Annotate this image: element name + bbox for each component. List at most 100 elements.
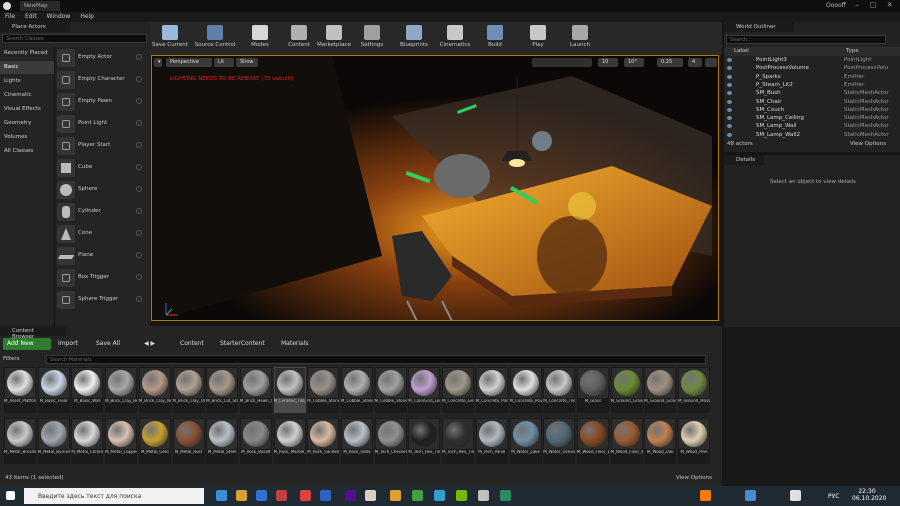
material-tile[interactable]: M_ColorGrid_LowSpec [408,367,441,413]
outliner-row[interactable]: SM_Chair StaticMeshActor [724,99,894,107]
material-tile[interactable]: M_Tech_Hex_Tile_Pulse [442,418,475,464]
col-type[interactable]: Type [846,48,859,54]
material-tile[interactable]: M_Brick_Hewn_Stone [239,367,272,413]
material-tile[interactable]: M_Metal_Rust [172,418,205,464]
material-tile[interactable]: M_Rock_Slate [341,418,373,464]
import-button[interactable]: Import [58,340,78,347]
col-label[interactable]: Label [734,48,749,54]
actor-empty-actor[interactable]: Empty Actor [55,47,147,68]
category-lights[interactable]: Lights [0,75,54,88]
app-icon-3[interactable] [500,490,511,501]
filters-button[interactable]: Filters [3,356,20,362]
actor-empty-pawn[interactable]: Empty Pawn [55,91,147,112]
settings-button[interactable]: Settings [355,22,389,55]
material-tile[interactable]: M_Metal_Brushed_Nickel [4,418,36,464]
category-cinematic[interactable]: Cinematic [0,89,54,102]
content-browser-tab[interactable]: Content Browser [0,326,66,340]
material-tile[interactable]: M_Metal_Steel [206,418,239,464]
material-tile[interactable]: M_Tech_Panel [475,418,508,464]
outliner-row[interactable]: P_Steam_Lit2 Emitter [724,82,894,90]
category-volumes[interactable]: Volumes [0,131,54,144]
content-button[interactable]: Content [285,22,313,55]
scale-snap[interactable]: 0.25 [657,58,683,67]
outliner-row[interactable]: SM_Lamp_Ceiling StaticMeshActor [724,115,894,123]
help-icon[interactable] [136,142,142,148]
visibility-eye-icon[interactable] [727,124,732,129]
menu-file[interactable]: File [5,12,15,22]
actor-sphere[interactable]: Sphere [55,179,147,200]
material-tile[interactable]: M_Tech_Hex_Tile [408,418,441,464]
outliner-row[interactable]: SM_Couch StaticMeshActor [724,107,894,115]
help-icon[interactable] [136,54,142,60]
unreal-taskbar-icon[interactable] [790,490,801,501]
material-tile[interactable]: M_Ground_Moss [678,367,710,413]
yandex-icon[interactable] [300,490,311,501]
outliner-row[interactable]: PostProcessVolume PostProcessVolu [724,65,894,73]
explorer-icon[interactable] [236,490,247,501]
search-materials-input[interactable]: Search Materials [46,355,706,364]
history-arrows-icon[interactable]: ◀ ▶ [144,340,155,347]
material-tile[interactable]: M_Rock_Basalt [239,418,272,464]
help-icon[interactable] [136,186,142,192]
help-icon[interactable] [136,120,142,126]
material-tile[interactable]: M_Brick_Cut_Stone [206,367,239,413]
help-icon[interactable] [136,164,142,170]
material-tile[interactable]: M_Ceramic_Tile_Checker [273,367,306,413]
edge-icon[interactable] [216,490,227,501]
build-button[interactable]: Build [480,22,510,55]
tray-display-icon[interactable] [745,490,756,501]
chrome-icon[interactable] [412,490,423,501]
place-actors-tab[interactable]: Place Actors [0,22,70,32]
minimize-icon[interactable]: – [855,1,859,11]
material-tile[interactable]: M_Ground_Grass [610,367,643,413]
level-tab[interactable]: NewMap [20,1,60,11]
visibility-eye-icon[interactable] [727,116,732,121]
actor-cone[interactable]: Cone [55,223,147,244]
material-tile[interactable]: M_Concrete_Poured [509,367,542,413]
outliner-row[interactable]: PointLight3 PointLight [724,57,894,65]
material-tile[interactable]: M_Asset_Platform [4,367,36,413]
angle-snap[interactable]: 10° [624,58,644,67]
cb-view-options[interactable]: View Options [676,475,712,481]
save-current-button[interactable]: Save Current [150,22,190,55]
actor-empty-character[interactable]: Empty Character [55,69,147,90]
outliner-row[interactable]: P_Sparks Emitter [724,74,894,82]
search-classes-input[interactable]: Search Classes [2,34,147,43]
windows-start-icon[interactable] [6,491,15,500]
blueprints-button[interactable]: Blueprints [395,22,433,55]
save-all-button[interactable]: Save All [96,340,120,347]
category-geometry[interactable]: Geometry [0,117,54,130]
actor-sphere-trigger[interactable]: Sphere Trigger [55,289,147,310]
nvidia-icon[interactable] [456,490,467,501]
actor-cylinder[interactable]: Cylinder [55,201,147,222]
details-tab[interactable]: Details [724,155,764,165]
path-content[interactable]: Content [180,340,204,347]
actor-box-trigger[interactable]: Box Trigger [55,267,147,288]
source-control-button[interactable]: Source Control [190,22,240,55]
maximize-viewport-icon[interactable] [705,58,717,67]
illustrator-icon[interactable] [390,490,401,501]
menu-window[interactable]: Window [47,12,71,22]
material-tile[interactable]: M_Metal_Burnished_Steel [37,418,70,464]
material-tile[interactable]: M_Basic_Wall [71,367,104,413]
material-tile[interactable]: M_Tech_Checker_Dot [374,418,407,464]
path-startercontent[interactable]: StarterContent [220,340,265,347]
outliner-search-input[interactable]: Search... [726,35,886,44]
cinematics-button[interactable]: Cinematics [435,22,475,55]
visibility-eye-icon[interactable] [727,74,732,79]
visibility-eye-icon[interactable] [727,82,732,87]
help-icon[interactable] [136,76,142,82]
outliner-row[interactable]: SM_Bush StaticMeshActor [724,90,894,98]
tray-app-icon[interactable] [700,490,711,501]
help-icon[interactable] [136,230,142,236]
visibility-eye-icon[interactable] [727,66,732,71]
material-tile[interactable]: M_Rock_Marble_Polished [273,418,306,464]
show-button[interactable]: Show [236,58,258,67]
category-visual-effects[interactable]: Visual Effects [0,103,54,116]
material-tile[interactable]: M_Wood_Pine [678,418,710,464]
visibility-eye-icon[interactable] [727,132,732,137]
material-tile[interactable]: M_Basic_Floor [37,367,70,413]
telegram-icon[interactable] [434,490,445,501]
transform-tools[interactable] [532,58,592,67]
visibility-eye-icon[interactable] [727,107,732,112]
